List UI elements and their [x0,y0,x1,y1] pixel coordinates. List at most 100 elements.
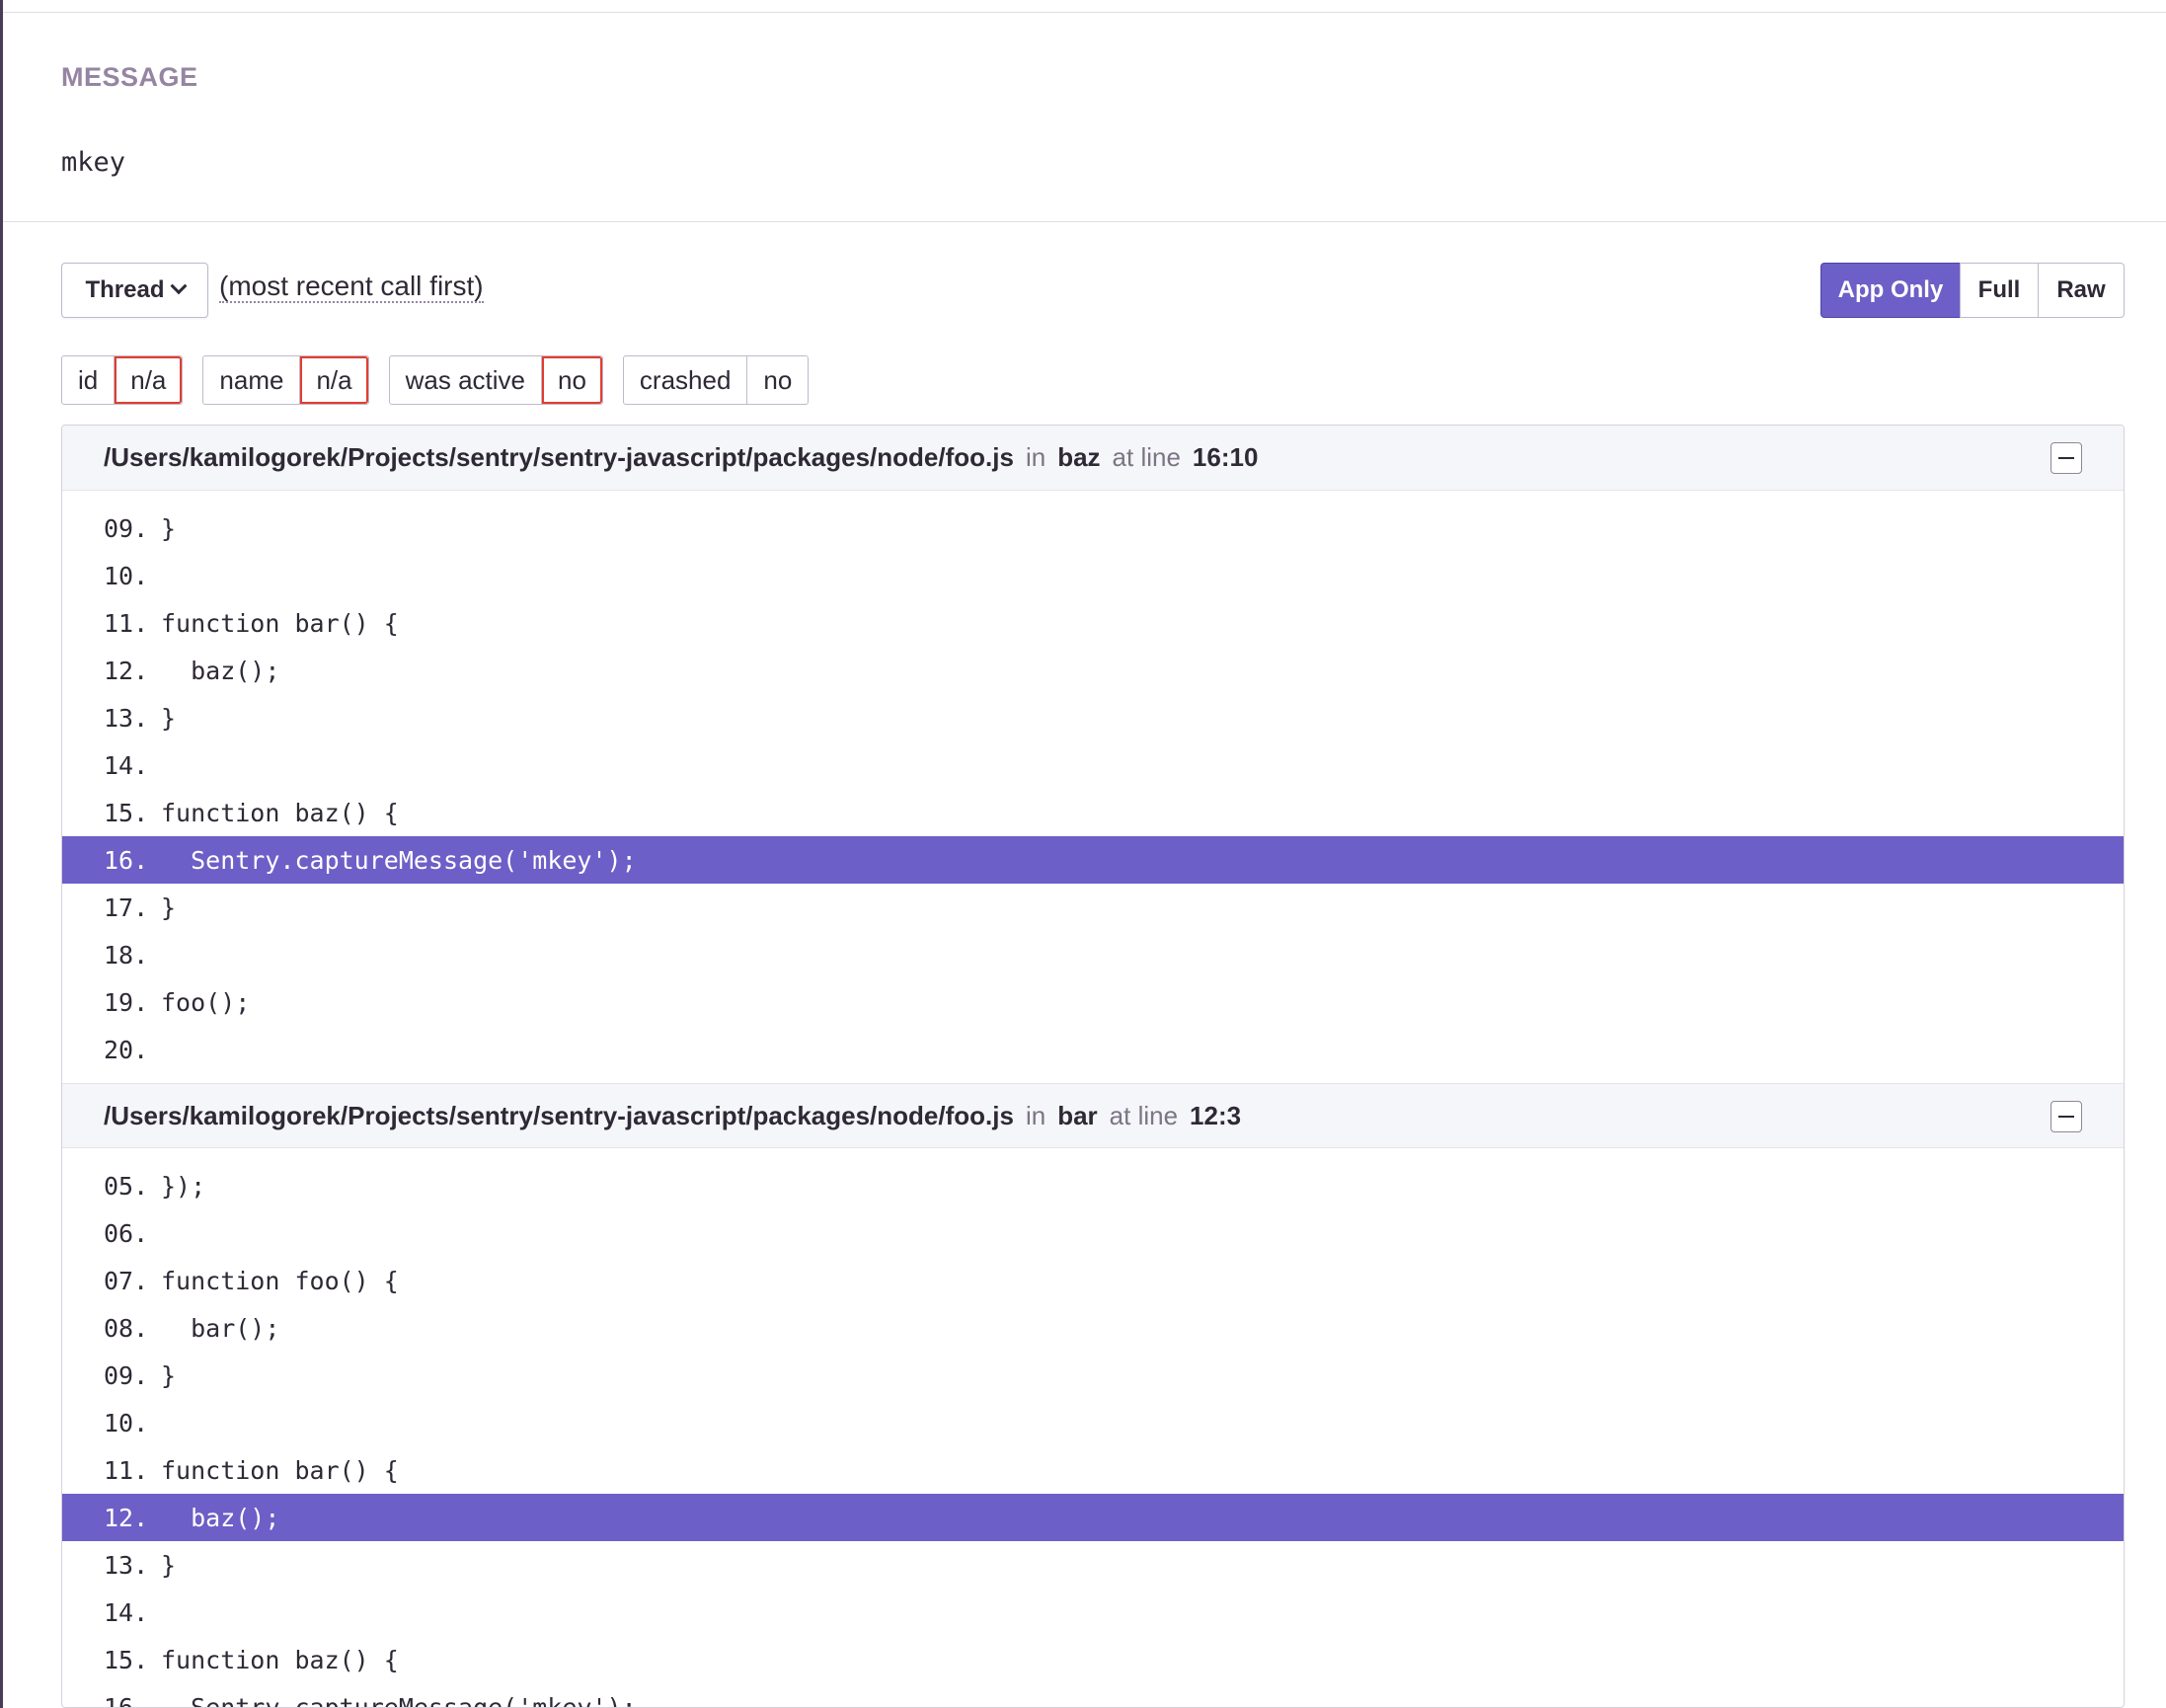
minus-icon[interactable] [2050,1101,2082,1132]
thread-dropdown-button[interactable]: Thread [61,263,208,318]
code-line: 20. [62,1026,2124,1073]
tag-value: no [541,356,602,404]
line-number: 17. [104,893,149,922]
line-number: 14. [104,750,149,780]
line-code: } [161,703,177,733]
line-number: 09. [104,513,149,543]
line-code: Sentry.captureMessage('mkey'); [161,845,637,875]
line-code: function foo() { [161,1266,399,1295]
code-line: 09.} [62,505,2124,552]
tag-key: was active [405,364,525,395]
line-number: 18. [104,940,149,970]
line-number: 07. [104,1266,149,1295]
code-line: 15. function baz() { [62,789,2124,836]
code-line: 12. baz(); [62,647,2124,694]
line-code: } [161,1550,177,1580]
line-number: 13. [104,1550,149,1580]
line-code: }); [161,1171,206,1201]
line-number: 13. [104,703,149,733]
frame-header[interactable]: /Users/kamilogorek/Projects/sentry/sentr… [62,426,2124,491]
tag-crashed: crashed no [622,355,810,405]
frame-header[interactable]: /Users/kamilogorek/Projects/sentry/sentr… [62,1083,2124,1148]
thread-dropdown-label: Thread [85,276,165,303]
code-line: 14. [62,1589,2124,1636]
line-number: 14. [104,1597,149,1627]
message-text: mkey [61,147,126,178]
line-code: baz(); [161,1503,280,1532]
frame-at-line-label: at line [1109,1100,1179,1130]
line-code: function bar() { [161,608,399,638]
frame-filename: /Users/kamilogorek/Projects/sentry/sentr… [104,1100,1014,1130]
line-number: 11. [104,608,149,638]
chevron-down-icon [170,277,187,295]
code-line: 13.} [62,694,2124,741]
line-number: 20. [104,1035,149,1064]
code-line: 17.} [62,884,2124,931]
call-order-toggle[interactable]: (most recent call first) [219,271,484,303]
call-order-label: (most recent call first) [219,271,484,303]
line-number: 06. [104,1218,149,1248]
tag-name: name n/a [202,355,369,405]
line-number: 09. [104,1360,149,1390]
tag-value: no [746,356,808,404]
frame-context: 09.} 10. 11. function bar() { 12. baz(); … [62,491,2124,1083]
line-code: baz(); [161,656,280,685]
code-line: 09.} [62,1352,2124,1399]
thread-tags: id n/a name n/a was active no crashed no [61,355,810,405]
line-number: 19. [104,987,149,1017]
frame-context: 05.}); 06. 07. function foo() { 08. bar()… [62,1148,2124,1708]
line-number: 08. [104,1313,149,1343]
code-line: 14. [62,741,2124,789]
view-full-button[interactable]: Full [1960,263,2039,318]
line-code: } [161,893,177,922]
tag-key: name [219,364,284,395]
line-number: 16. [104,845,149,875]
code-line: 06. [62,1209,2124,1257]
frame-function: baz [1057,442,1101,472]
frame-function: bar [1057,1100,1098,1130]
view-app-only-button[interactable]: App Only [1820,263,1961,318]
line-code: function bar() { [161,1455,399,1485]
line-code: } [161,513,177,543]
line-number: 10. [104,1408,149,1437]
stack-frame: /Users/kamilogorek/Projects/sentry/sentr… [62,1083,2124,1708]
page-left-border [0,0,3,1708]
frame-at-line-label: at line [1112,442,1181,472]
line-code: function baz() { [161,798,399,827]
code-line: 10. [62,552,2124,599]
stacktrace-frames: /Users/kamilogorek/Projects/sentry/sentr… [61,425,2125,1708]
line-code: } [161,1360,177,1390]
code-line: 18. [62,931,2124,978]
view-toggle-group: App Only Full Raw [1820,263,2125,318]
line-number: 05. [104,1171,149,1201]
view-raw-button[interactable]: Raw [2038,263,2125,318]
tag-value: n/a [299,356,367,404]
line-number: 12. [104,656,149,685]
line-number: 11. [104,1455,149,1485]
line-number: 15. [104,1645,149,1674]
frame-filename: /Users/kamilogorek/Projects/sentry/sentr… [104,442,1014,472]
code-line-active: 12. baz(); [62,1494,2124,1541]
tag-was-active: was active no [388,355,603,405]
message-section: MESSAGE mkey [3,13,2166,222]
line-number: 16. [104,1692,149,1708]
code-line: 08. bar(); [62,1304,2124,1352]
code-line: 10. [62,1399,2124,1446]
frame-in-label: in [1025,1100,1046,1130]
code-line-active: 16. Sentry.captureMessage('mkey'); [62,836,2124,884]
line-number: 12. [104,1503,149,1532]
code-line: 11. function bar() { [62,599,2124,647]
code-line: 19. foo(); [62,978,2124,1026]
code-line: 13.} [62,1541,2124,1589]
code-line: 11. function bar() { [62,1446,2124,1494]
code-line: 16. Sentry.captureMessage('mkey'); [62,1683,2124,1708]
line-code: foo(); [161,987,251,1017]
stacktrace-toolbar: Thread (most recent call first) App Only… [0,263,2166,318]
line-number: 15. [104,798,149,827]
line-number: 10. [104,561,149,590]
tag-id: id n/a [61,355,184,405]
frame-line-number: 16:10 [1192,442,1259,472]
stack-frame: /Users/kamilogorek/Projects/sentry/sentr… [62,426,2124,1083]
minus-icon[interactable] [2050,442,2082,474]
tag-key: crashed [639,364,732,395]
